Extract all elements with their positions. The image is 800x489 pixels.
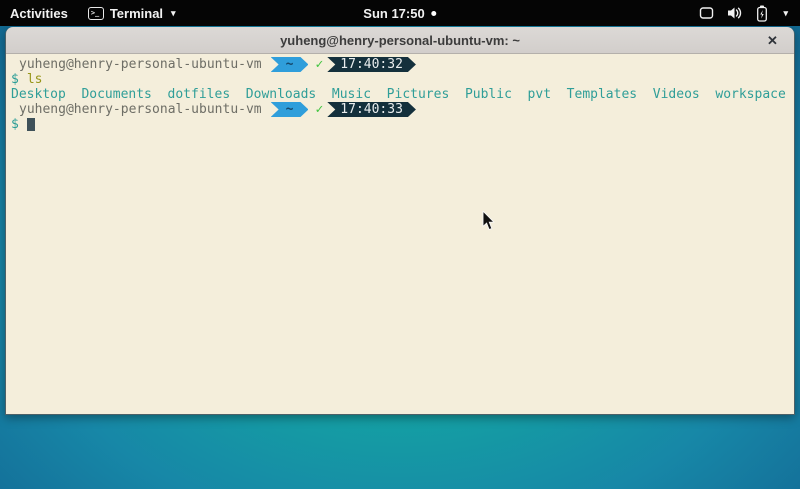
- app-menu-button[interactable]: >_ Terminal ▾: [78, 0, 186, 26]
- terminal-content[interactable]: yuheng@henry-personal-ubuntu-vm ~ ✓ 17:4…: [6, 54, 794, 414]
- prompt-path-segment: ~: [271, 102, 309, 117]
- prompt-path-segment: ~: [271, 57, 309, 72]
- top-bar: Activities >_ Terminal ▾ Sun 17:50: [0, 0, 800, 26]
- prompt-user: yuheng@henry-personal-ubuntu-vm: [19, 57, 262, 72]
- text-cursor: [27, 118, 35, 131]
- directory-name: Documents: [81, 87, 151, 102]
- prompt-symbol: $: [11, 117, 19, 132]
- chevron-down-icon: ▾: [783, 8, 788, 19]
- directory-name: Pictures: [387, 87, 450, 102]
- chevron-down-icon: ▾: [171, 8, 176, 19]
- directory-name: workspace: [715, 87, 785, 102]
- active-prompt-line[interactable]: $: [11, 117, 789, 132]
- prompt-line-1: yuheng@henry-personal-ubuntu-vm ~ ✓ 17:4…: [11, 57, 789, 72]
- activities-button[interactable]: Activities: [0, 0, 78, 26]
- notification-dot: [432, 11, 437, 16]
- prompt-line-2: yuheng@henry-personal-ubuntu-vm ~ ✓ 17:4…: [11, 102, 789, 117]
- prompt-user: yuheng@henry-personal-ubuntu-vm: [19, 102, 262, 117]
- prompt-symbol: $: [11, 72, 19, 87]
- close-icon[interactable]: ✕: [763, 31, 782, 50]
- directory-name: Videos: [653, 87, 700, 102]
- terminal-app-icon: >_: [88, 7, 104, 20]
- prompt-time-segment: 17:40:32: [327, 57, 416, 72]
- ls-output-line: Desktop Documents dotfiles Downloads Mus…: [11, 87, 789, 102]
- clock-button[interactable]: Sun 17:50: [355, 0, 444, 26]
- directory-name: Downloads: [246, 87, 316, 102]
- directory-name: Templates: [567, 87, 637, 102]
- directory-name: dotfiles: [168, 87, 231, 102]
- app-menu-label: Terminal: [110, 6, 163, 21]
- prompt-time-segment: 17:40:33: [327, 102, 416, 117]
- directory-name: Desktop: [11, 87, 66, 102]
- screen-indicator-icon: [699, 6, 714, 20]
- window-titlebar[interactable]: yuheng@henry-personal-ubuntu-vm: ~ ✕: [6, 27, 794, 54]
- status-check-icon: ✓: [315, 102, 323, 117]
- command-text: ls: [27, 72, 43, 87]
- directory-name: pvt: [528, 87, 551, 102]
- terminal-window: yuheng@henry-personal-ubuntu-vm: ~ ✕ yuh…: [5, 27, 795, 415]
- system-status-area[interactable]: ▾: [687, 0, 800, 26]
- command-line: $ ls: [11, 72, 789, 87]
- top-bar-left: Activities >_ Terminal ▾: [0, 0, 186, 26]
- battery-charging-icon: [756, 5, 768, 22]
- clock-label: Sun 17:50: [363, 6, 424, 21]
- window-title: yuheng@henry-personal-ubuntu-vm: ~: [280, 33, 520, 48]
- status-check-icon: ✓: [315, 57, 323, 72]
- directory-name: Public: [465, 87, 512, 102]
- directory-name: Music: [332, 87, 371, 102]
- volume-icon: [727, 6, 743, 20]
